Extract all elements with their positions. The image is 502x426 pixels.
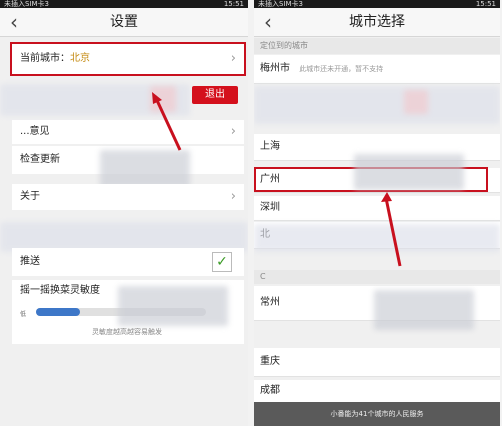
city-name: 上海: [260, 141, 280, 152]
title-bar: ‹ 城市选择: [254, 8, 500, 37]
status-carrier: 未插入SIM卡3: [258, 0, 304, 8]
city-name: 成都: [260, 385, 280, 396]
blurred-region: [374, 290, 474, 330]
section-c: C: [254, 270, 500, 284]
city-row[interactable]: 成都: [254, 380, 500, 403]
status-carrier: 未插入SIM卡3: [4, 0, 50, 8]
current-city-value: 北京: [70, 53, 90, 64]
chevron-right-icon: ›: [230, 189, 236, 204]
page-title: 设置: [110, 14, 138, 30]
bottom-info-text: 小番能为41个城市的人民服务: [330, 410, 424, 418]
page-title: 城市选择: [349, 14, 405, 30]
blurred-region: [254, 224, 500, 252]
chevron-right-icon: ›: [230, 124, 236, 139]
settings-screen: 未插入SIM卡3 15:51 ‹ 设置 当前城市：北京 › 退出 ...意见 ›…: [0, 0, 248, 426]
sensitivity-hint: 灵敏度越高越容易触发: [92, 328, 162, 336]
blurred-region: [118, 286, 228, 326]
slider-fill: [36, 308, 81, 316]
status-bar: 未插入SIM卡3 15:51: [254, 0, 500, 8]
feedback-row[interactable]: ...意见 ›: [12, 120, 244, 144]
located-city-name: 梅州市: [260, 63, 290, 74]
city-name: 常州: [260, 297, 280, 308]
located-city-row[interactable]: 梅州市 此城市还未开通，暂不支持: [254, 55, 500, 84]
feedback-label: ...意见: [20, 126, 50, 137]
about-label: 关于: [20, 191, 40, 202]
chevron-right-icon: ›: [230, 51, 236, 66]
logout-button[interactable]: 退出: [192, 86, 238, 104]
located-city-note: 此城市还未开通，暂不支持: [299, 65, 384, 73]
blurred-region: [354, 154, 464, 190]
push-label: 推送: [20, 256, 40, 267]
current-city-label: 当前城市：: [20, 53, 70, 64]
status-bar: 未插入SIM卡3 15:51: [0, 0, 248, 8]
push-checkbox[interactable]: ✓: [212, 252, 232, 272]
city-name: 深圳: [260, 202, 280, 213]
about-row[interactable]: 关于 ›: [12, 184, 244, 210]
city-row[interactable]: 深圳: [254, 196, 500, 221]
blurred-region: [404, 90, 428, 114]
low-label: 低: [20, 311, 27, 318]
status-time: 15:51: [223, 0, 244, 8]
check-update-label: 检查更新: [20, 154, 60, 165]
city-select-screen: 未插入SIM卡3 15:51 ‹ 城市选择 定位到的城市 梅州市 此城市还未开通…: [254, 0, 500, 426]
city-name: 重庆: [260, 356, 280, 367]
push-row: 推送: [12, 248, 244, 276]
status-time: 15:51: [475, 0, 496, 8]
current-city-row[interactable]: 当前城市：北京 ›: [10, 42, 246, 76]
section-located: 定位到的城市: [254, 38, 500, 54]
blurred-region: [100, 150, 190, 188]
city-row[interactable]: 重庆: [254, 348, 500, 377]
bottom-info-bar: 小番能为41个城市的人民服务: [254, 402, 500, 426]
blurred-region: [254, 86, 500, 124]
title-bar: ‹ 设置: [0, 8, 248, 37]
annotation-arrow-icon: [152, 92, 182, 151]
annotation-arrow-icon: [381, 192, 402, 267]
